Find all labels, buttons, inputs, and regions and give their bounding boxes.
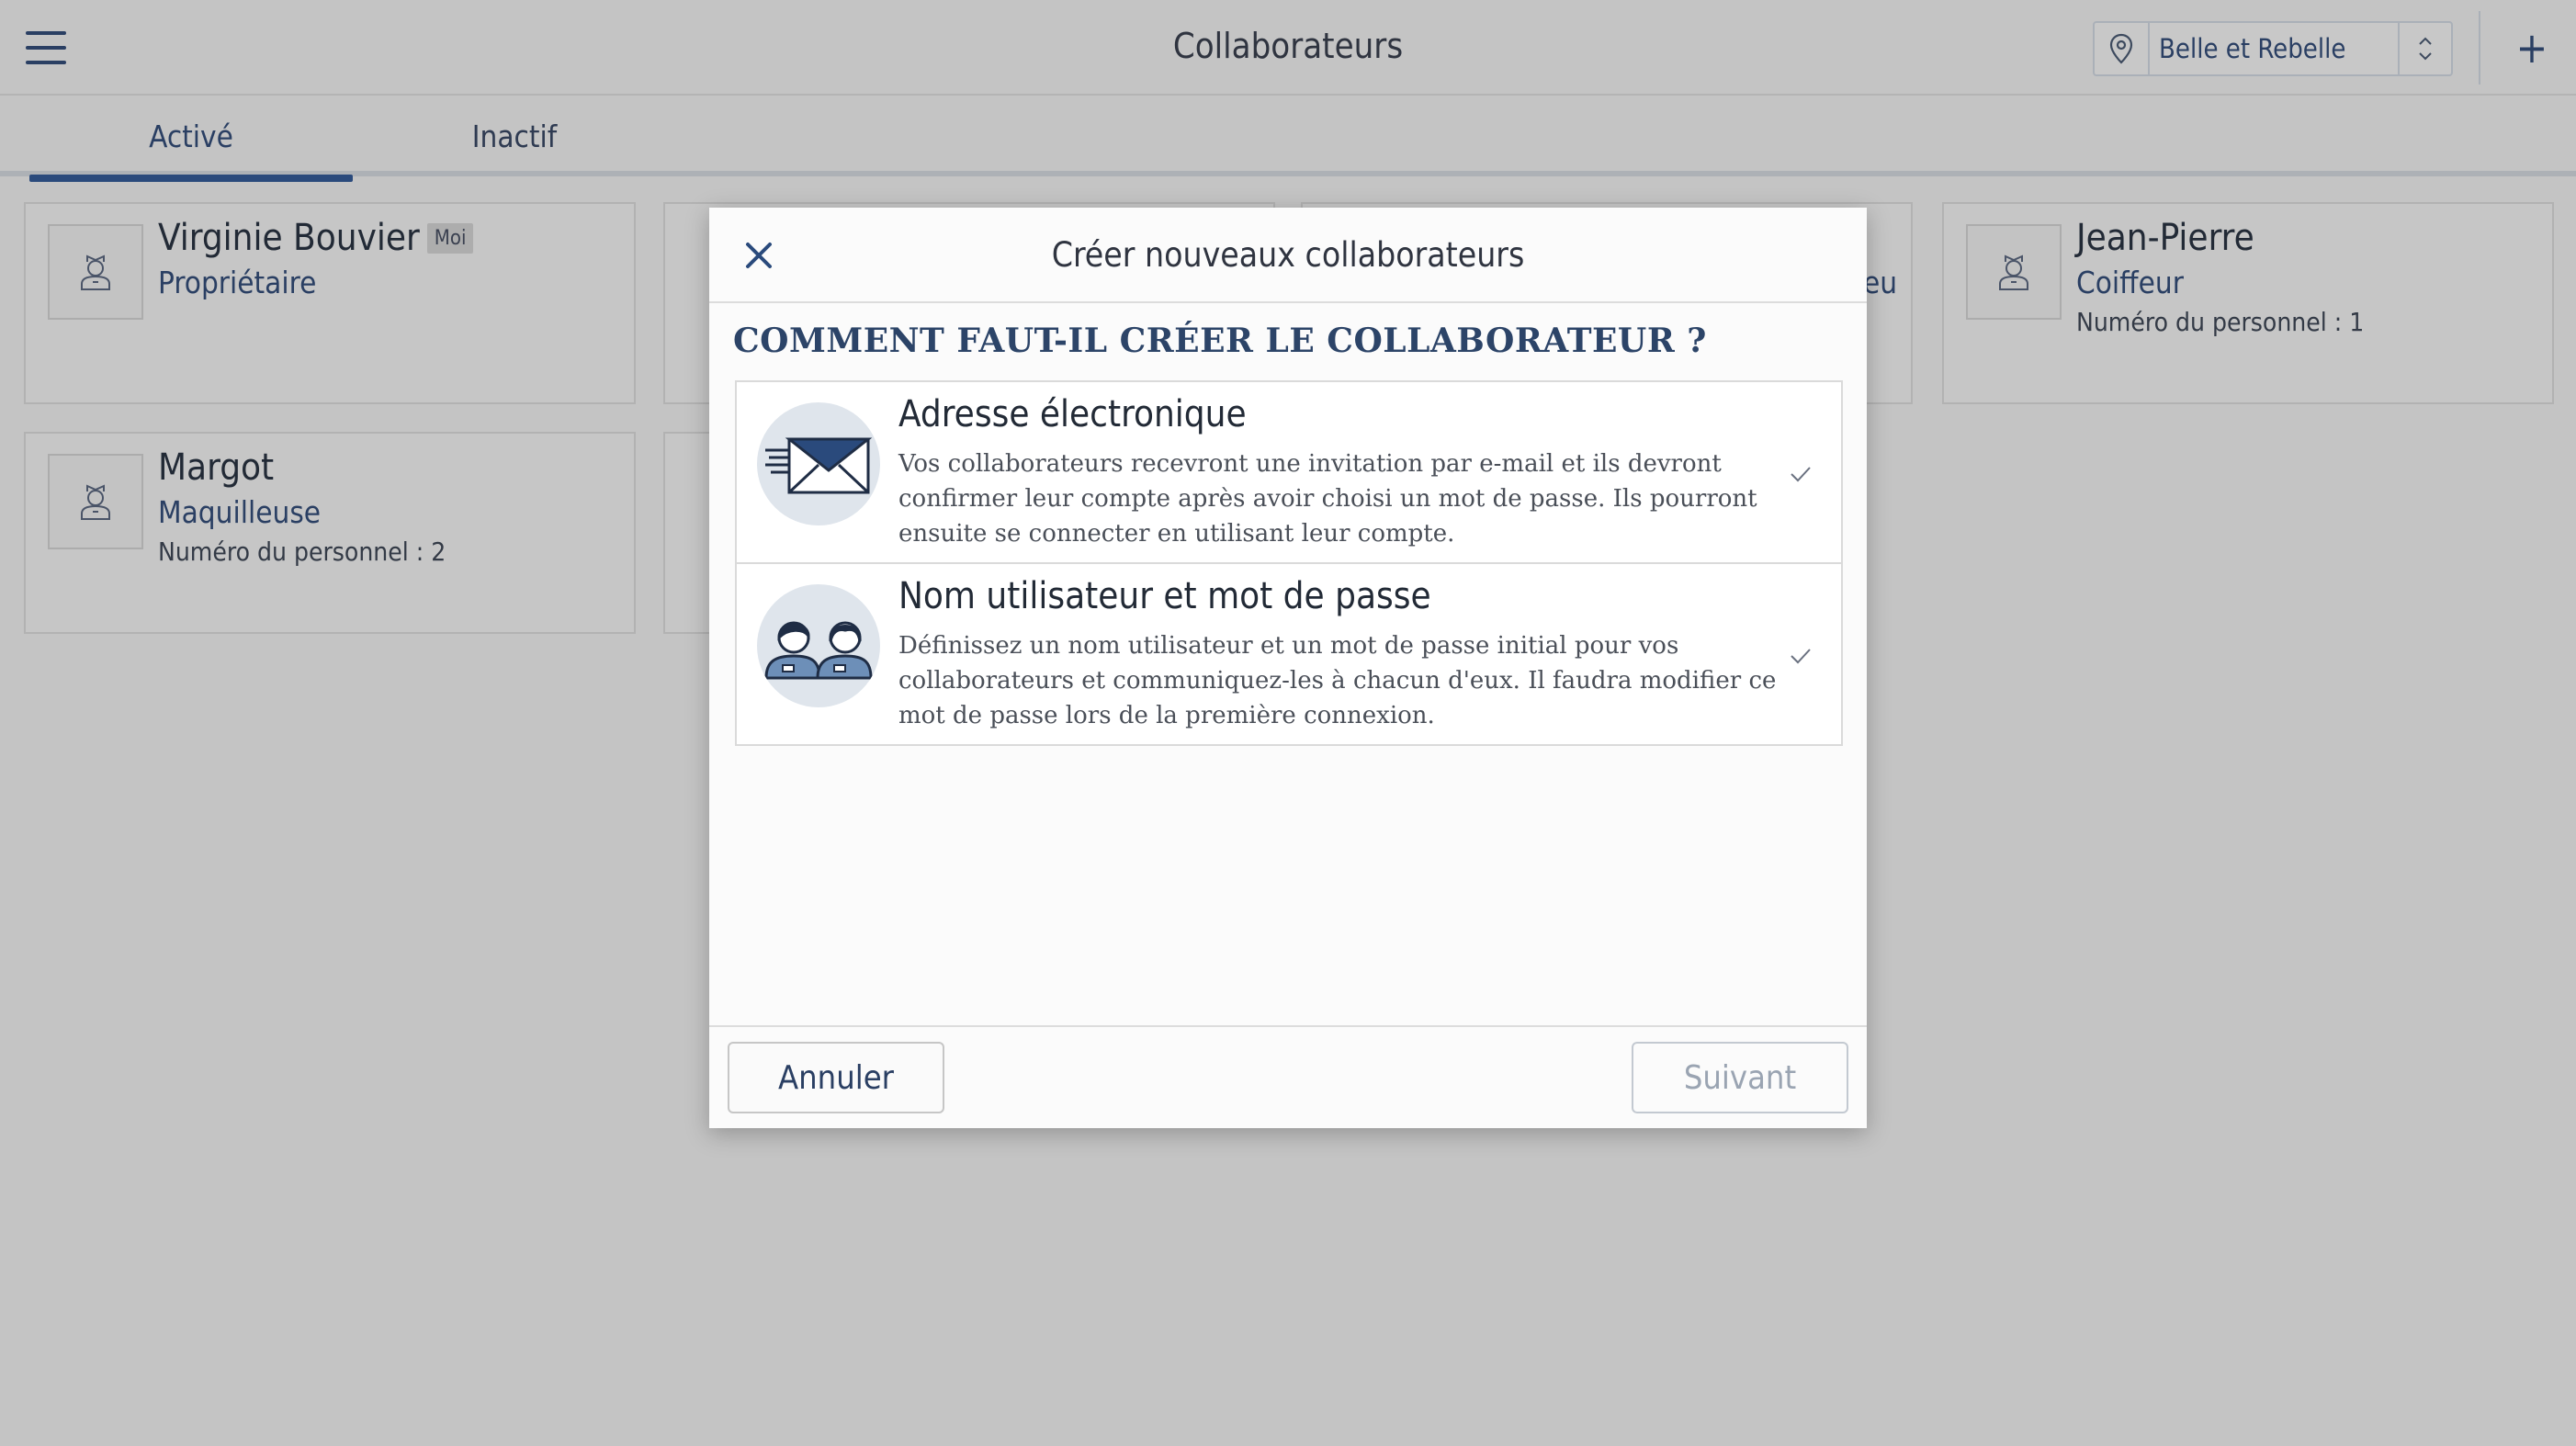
staff-name: Virginie Bouvier Moi — [158, 217, 474, 259]
envelope-icon — [757, 402, 880, 525]
create-collaborator-dialog: Créer nouveaux collaborateurs COMMENT FA… — [709, 208, 1867, 1128]
check-icon — [1788, 463, 1813, 485]
staff-avatar-icon — [1966, 224, 2062, 320]
top-bar: Collaborateurs Belle et Rebelle + — [0, 0, 2576, 96]
check-icon — [1788, 645, 1813, 667]
staff-card[interactable]: Margot Maquilleuse Numéro du personnel :… — [24, 432, 636, 634]
chevron-up-down-icon — [2398, 23, 2451, 74]
option-email[interactable]: Adresse électronique Vos collaborateurs … — [735, 380, 1843, 564]
staff-number: Numéro du personnel : 2 — [158, 537, 446, 567]
option-title: Nom utilisateur et mot de passe — [898, 575, 1431, 617]
option-description: Vos collaborateurs recevront une invitat… — [898, 450, 1757, 548]
map-pin-icon — [2095, 23, 2150, 74]
dialog-footer: Annuler Suivant — [709, 1025, 1867, 1128]
option-title: Adresse électronique — [898, 393, 1247, 435]
staff-role: Propriétaire — [158, 265, 317, 300]
dialog-header: Créer nouveaux collaborateurs — [709, 208, 1867, 303]
staff-number: Numéro du personnel : 1 — [2076, 307, 2365, 337]
dialog-title: Créer nouveaux collaborateurs — [1051, 235, 1525, 275]
add-collaborator-button[interactable]: + — [2510, 22, 2554, 73]
option-description: Définissez un nom utilisateur et un mot … — [898, 632, 1777, 729]
dialog-question: COMMENT FAUT-IL CRÉER LE COLLABORATEUR ? — [733, 322, 1707, 360]
staff-name: Jean-Pierre — [2076, 217, 2254, 259]
staff-role: Maquilleuse — [158, 494, 322, 530]
staff-card[interactable]: Jean-Pierre Coiffeur Numéro du personnel… — [1942, 202, 2554, 404]
cancel-button[interactable]: Annuler — [728, 1042, 944, 1113]
staff-role-partial: eu — [1863, 265, 1898, 300]
divider — [2479, 11, 2480, 85]
tab-active[interactable]: Activé — [29, 96, 353, 182]
tab-inactive[interactable]: Inactif — [353, 96, 676, 176]
location-value: Belle et Rebelle — [2159, 33, 2346, 64]
next-button[interactable]: Suivant — [1632, 1042, 1848, 1113]
staff-role: Coiffeur — [2076, 265, 2184, 300]
staff-name-text: Virginie Bouvier — [158, 217, 420, 259]
staff-card[interactable]: Virginie Bouvier Moi Propriétaire — [24, 202, 636, 404]
me-badge: Moi — [426, 222, 474, 254]
staff-name: Margot — [158, 446, 275, 489]
location-select[interactable]: Belle et Rebelle — [2093, 21, 2453, 76]
option-username-password[interactable]: Nom utilisateur et mot de passe Définiss… — [735, 562, 1843, 746]
staff-avatar-icon — [48, 454, 143, 549]
staff-avatar-icon — [48, 224, 143, 320]
users-icon — [757, 584, 880, 707]
status-tabs: Activé Inactif — [0, 96, 2576, 182]
